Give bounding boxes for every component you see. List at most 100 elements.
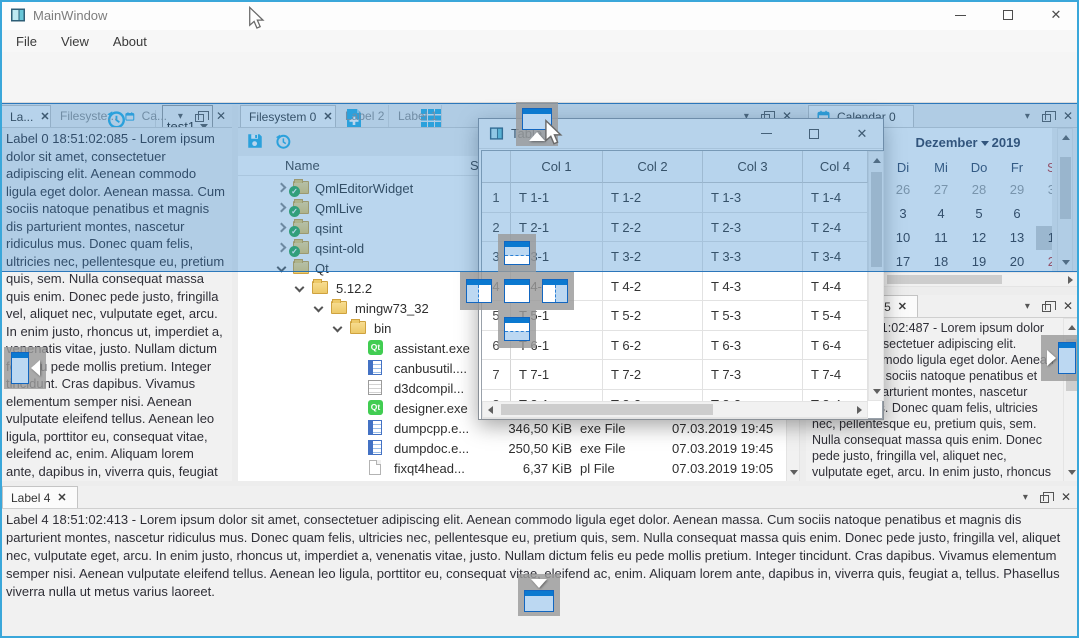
scrollbar-thumb[interactable] xyxy=(887,275,1002,284)
table-cell[interactable]: T 2-3 xyxy=(703,213,803,242)
dock-close-icon[interactable]: ✕ xyxy=(1063,299,1073,313)
menu-view[interactable]: View xyxy=(51,32,99,51)
dock-menu-icon[interactable]: ▾ xyxy=(1025,111,1030,122)
table-cell[interactable]: T 5-2 xyxy=(603,301,703,330)
close-button[interactable]: ✕ xyxy=(1033,0,1079,30)
scroll-down-icon[interactable] xyxy=(1068,470,1076,475)
table-cell[interactable]: T 5-4 xyxy=(803,301,868,330)
table-header-col4[interactable]: Col 4 xyxy=(803,151,868,183)
drop-indicator-split-left[interactable] xyxy=(460,272,498,310)
calendar-day[interactable]: 27 xyxy=(922,178,960,202)
tab-filesystem0[interactable]: Filesystem 0 ✕ xyxy=(240,105,336,127)
scroll-up-icon[interactable] xyxy=(873,158,881,163)
tab-label2[interactable]: Label 2 xyxy=(337,105,389,127)
calendar-day[interactable]: 18 xyxy=(922,250,960,272)
table-cell[interactable]: T 7-3 xyxy=(703,360,803,389)
menu-file[interactable]: File xyxy=(6,32,47,51)
calendar-day[interactable]: 12 xyxy=(960,226,998,250)
drop-indicator-split-top[interactable] xyxy=(498,234,536,272)
calendar-day[interactable]: 6 xyxy=(998,202,1036,226)
scroll-left-icon[interactable] xyxy=(488,406,493,414)
minimize-button[interactable] xyxy=(937,0,983,30)
chevron-down-icon[interactable] xyxy=(314,303,324,313)
chevron-right-icon[interactable] xyxy=(277,243,287,253)
chevron-down-icon[interactable] xyxy=(295,283,305,293)
chevron-right-icon[interactable] xyxy=(277,183,287,193)
table-cell[interactable]: T 3-2 xyxy=(603,242,703,271)
table-row[interactable]: 6T 6-1T 6-2T 6-3T 6-4 xyxy=(482,331,868,361)
dock-menu-icon[interactable]: ▾ xyxy=(1023,492,1028,503)
calendar-day[interactable]: 11 xyxy=(922,226,960,250)
calendar-day[interactable]: 26 xyxy=(884,178,922,202)
table-hscrollbar[interactable] xyxy=(482,401,868,418)
tree-row[interactable]: dumpdoc.e...250,50 KiBexe File07.03.2019… xyxy=(238,438,786,458)
scroll-down-icon[interactable] xyxy=(873,389,881,394)
calendar-day[interactable]: 21 xyxy=(1036,250,1052,272)
table-cell[interactable]: T 3-4 xyxy=(803,242,868,271)
calendar-day[interactable]: 3 xyxy=(884,202,922,226)
calendar-day[interactable]: 13 xyxy=(998,226,1036,250)
dock-float-icon[interactable] xyxy=(1042,304,1051,312)
table-cell[interactable]: T 1-4 xyxy=(803,183,868,212)
calendar-day[interactable]: 28 xyxy=(960,178,998,202)
table-cell[interactable]: T 3-3 xyxy=(703,242,803,271)
close-button[interactable]: ✕ xyxy=(845,119,879,148)
dock-close-icon[interactable]: ✕ xyxy=(216,109,226,123)
tree-row[interactable]: dumpcpp.e...346,50 KiBexe File07.03.2019… xyxy=(238,418,786,438)
table-cell[interactable]: T 7-1 xyxy=(511,360,603,389)
table-cell[interactable]: T 4-4 xyxy=(803,272,868,301)
drop-indicator-top-edge[interactable] xyxy=(516,102,558,146)
tab-label0[interactable]: La... ✕ xyxy=(1,105,51,127)
scroll-up-icon[interactable] xyxy=(1068,325,1076,330)
chevron-right-icon[interactable] xyxy=(277,203,287,213)
tree-row[interactable]: fixqt4head...6,37 KiBpl File07.03.2019 1… xyxy=(238,458,786,478)
table-cell[interactable]: T 4-2 xyxy=(603,272,703,301)
calendar-day[interactable]: 4 xyxy=(922,202,960,226)
scrollbar-thumb[interactable] xyxy=(871,172,882,267)
tab-filesystem1[interactable]: Filesyste... xyxy=(52,105,116,127)
calendar-day[interactable]: 29 xyxy=(998,178,1036,202)
scroll-right-icon[interactable] xyxy=(857,406,862,414)
calendar-day[interactable]: 7 xyxy=(1036,202,1052,226)
table-cell[interactable]: T 7-4 xyxy=(803,360,868,389)
table-cell[interactable]: T 7-2 xyxy=(603,360,703,389)
table-cell[interactable]: T 4-3 xyxy=(703,272,803,301)
maximize-button[interactable] xyxy=(797,119,831,148)
calendar-nav[interactable]: Dezember 2019 xyxy=(883,135,1052,150)
table-cell[interactable]: T 5-3 xyxy=(703,301,803,330)
scroll-down-icon[interactable] xyxy=(1062,260,1070,265)
dock-float-icon[interactable] xyxy=(1040,495,1049,503)
table-cell[interactable]: T 1-3 xyxy=(703,183,803,212)
table-cell[interactable]: T 2-2 xyxy=(603,213,703,242)
table-header-col3[interactable]: Col 3 xyxy=(703,151,803,183)
save-icon[interactable] xyxy=(246,132,264,150)
table-row[interactable]: 2T 2-1T 2-2T 2-3T 2-4 xyxy=(482,213,868,243)
calendar-day[interactable]: 19 xyxy=(960,250,998,272)
scrollbar-thumb[interactable] xyxy=(1060,157,1071,219)
dock-float-icon[interactable] xyxy=(195,114,204,122)
calendar-month[interactable]: Dezember xyxy=(915,135,977,150)
calendar-day[interactable]: 10 xyxy=(884,226,922,250)
tab-label4[interactable]: Label 4 ✕ xyxy=(2,486,78,508)
drop-indicator-bottom-edge[interactable] xyxy=(518,574,560,616)
calendar-day[interactable]: 5 xyxy=(960,202,998,226)
chevron-right-icon[interactable] xyxy=(277,223,287,233)
table-row[interactable]: 1T 1-1T 1-2T 1-3T 1-4 xyxy=(482,183,868,213)
table-cell[interactable]: T 6-3 xyxy=(703,331,803,360)
calendar-year[interactable]: 2019 xyxy=(992,135,1021,150)
dock-menu-icon[interactable]: ▾ xyxy=(178,111,183,122)
tab-close-icon[interactable]: ✕ xyxy=(40,110,49,123)
tab-close-icon[interactable]: ✕ xyxy=(898,300,907,313)
table-row[interactable]: 3T 3-1T 3-2T 3-3T 3-4 xyxy=(482,242,868,272)
drop-indicator-split-bottom[interactable] xyxy=(498,310,536,348)
dock-menu-icon[interactable]: ▾ xyxy=(1025,301,1030,312)
title-bar[interactable]: MainWindow ✕ xyxy=(0,0,1079,30)
drop-indicator-split-right[interactable] xyxy=(536,272,574,310)
table-vscrollbar[interactable] xyxy=(868,151,884,401)
calendar-day[interactable]: 17 xyxy=(884,250,922,272)
tab-close-icon[interactable]: ✕ xyxy=(323,110,332,123)
column-header-name[interactable]: Name xyxy=(285,158,320,173)
calendar-day[interactable]: 30 xyxy=(1036,178,1052,202)
table-row[interactable]: 7T 7-1T 7-2T 7-3T 7-4 xyxy=(482,360,868,390)
chevron-down-icon[interactable] xyxy=(333,323,343,333)
